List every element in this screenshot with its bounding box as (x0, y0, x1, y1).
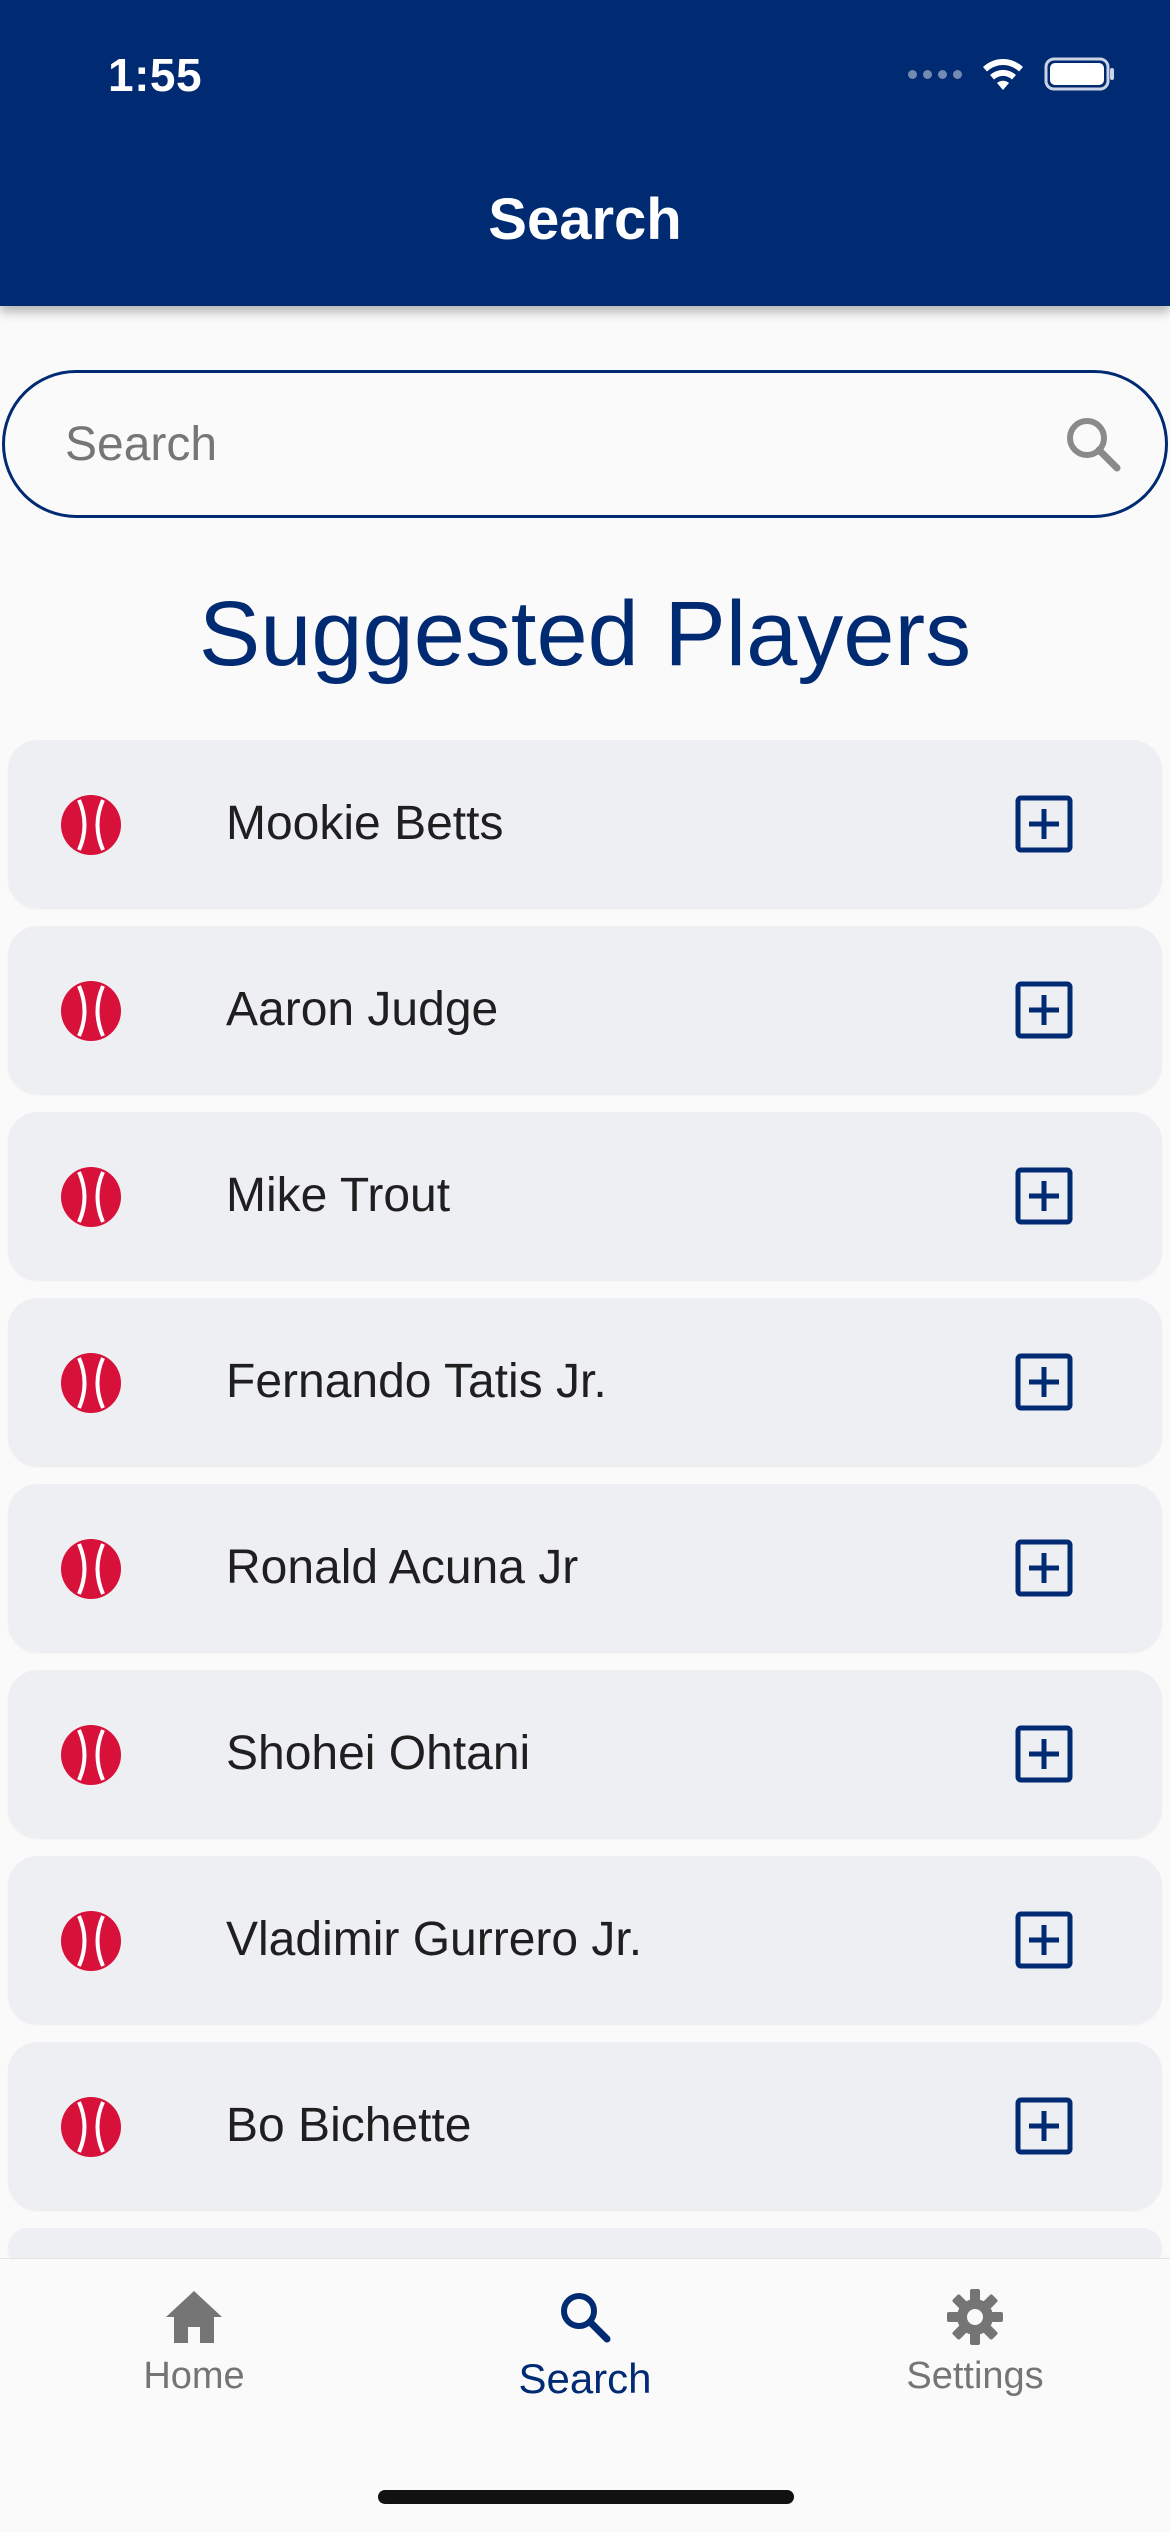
player-name: Aaron Judge (226, 983, 499, 1036)
add-player-icon[interactable] (1014, 980, 1074, 1040)
baseball-icon (61, 981, 121, 1041)
app-header: 1:55 Search (0, 0, 1170, 306)
add-player-icon[interactable] (1014, 2096, 1074, 2156)
list-item[interactable]: Mike Trout (8, 1112, 1162, 1280)
add-player-icon[interactable] (1014, 1352, 1074, 1412)
wifi-icon (983, 59, 1023, 90)
player-name: Mookie Betts (226, 797, 504, 850)
baseball-icon (61, 1539, 121, 1599)
battery-icon (1044, 57, 1114, 91)
search-field[interactable] (2, 370, 1168, 518)
player-name: Fernando Tatis Jr. (226, 1355, 607, 1408)
page-title: Search (488, 187, 682, 252)
player-name: Shohei Ohtani (226, 1727, 531, 1780)
search-input[interactable] (65, 416, 1061, 472)
tab-search-label: Search (518, 2355, 652, 2402)
add-player-icon[interactable] (1014, 1538, 1074, 1598)
tab-home[interactable]: Home (44, 2287, 344, 2398)
baseball-icon (61, 2097, 121, 2157)
list-item[interactable]: Vladimir Gurrero Jr. (8, 1856, 1162, 2024)
player-list: Mookie Betts Aaron Judge Mike Trout Fern… (8, 740, 1162, 2268)
list-item[interactable]: Mookie Betts (8, 740, 1162, 908)
gear-icon (947, 2289, 1003, 2345)
baseball-icon (61, 1725, 121, 1785)
player-name: Vladimir Gurrero Jr. (226, 1913, 643, 1966)
add-player-icon[interactable] (1014, 1910, 1074, 1970)
list-item[interactable]: Ronald Acuna Jr (8, 1484, 1162, 1652)
baseball-icon (61, 1353, 121, 1413)
status-time: 1:55 (108, 49, 203, 101)
list-item[interactable]: Fernando Tatis Jr. (8, 1298, 1162, 1466)
add-player-icon[interactable] (1014, 1166, 1074, 1226)
search-icon[interactable] (1061, 412, 1125, 476)
player-name: Bo Bichette (226, 2099, 472, 2152)
baseball-icon (61, 795, 121, 855)
search-icon (561, 2293, 611, 2343)
list-item[interactable]: Aaron Judge (8, 926, 1162, 1094)
list-item[interactable]: Shohei Ohtani (8, 1670, 1162, 1838)
player-name: Mike Trout (226, 1169, 451, 1222)
list-item[interactable]: Bo Bichette (8, 2042, 1162, 2210)
tab-home-label: Home (143, 2355, 245, 2397)
home-icon (166, 2291, 222, 2343)
add-player-icon[interactable] (1014, 794, 1074, 854)
baseball-icon (61, 1911, 121, 1971)
app-screen: 1:55 Search Suggested Players (0, 0, 1170, 2532)
status-icons (908, 52, 1116, 96)
tab-settings-label: Settings (906, 2355, 1044, 2397)
baseball-icon (61, 1167, 121, 1227)
tab-settings[interactable]: Settings (825, 2287, 1125, 2398)
section-title: Suggested Players (198, 583, 972, 685)
add-player-icon[interactable] (1014, 1724, 1074, 1784)
tab-search[interactable]: Search (435, 2287, 735, 2403)
cellular-signal-icon (908, 69, 962, 79)
player-name: Ronald Acuna Jr (226, 1541, 579, 1594)
home-indicator (378, 2490, 794, 2504)
